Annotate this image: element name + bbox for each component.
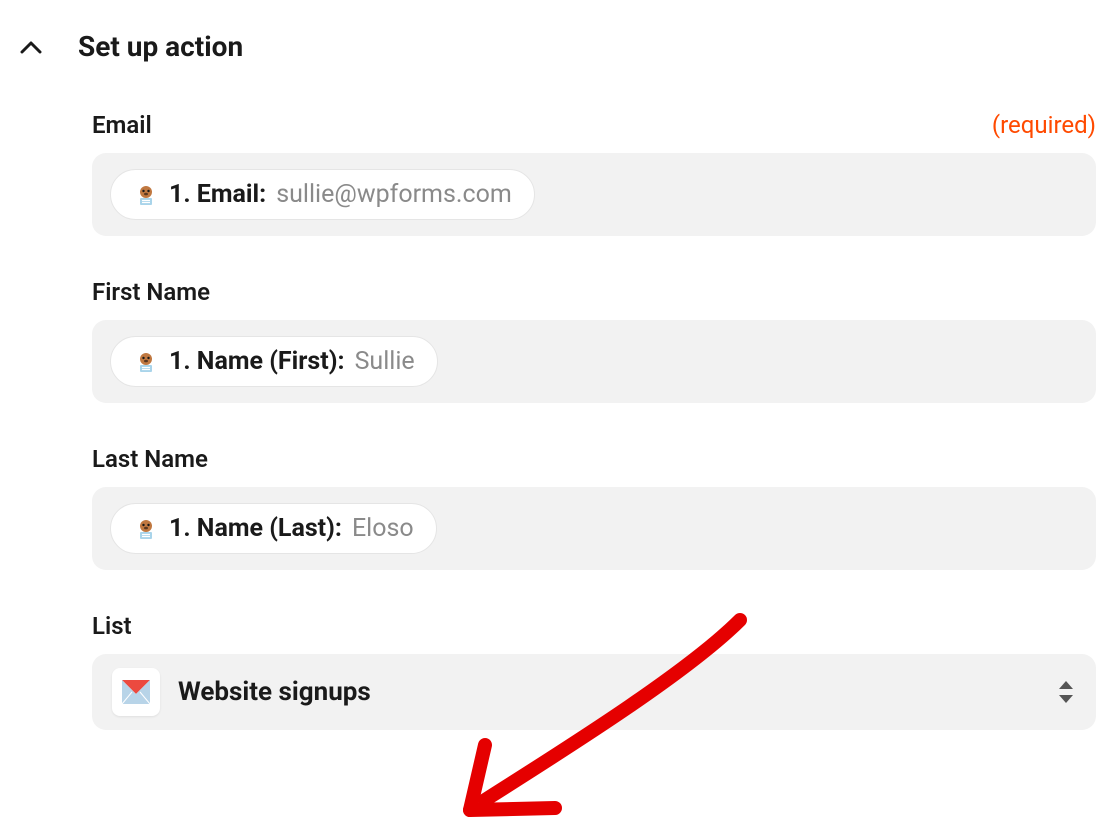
field-label-last-name: Last Name <box>92 445 208 473</box>
field-list: List Website signups <box>92 612 1096 730</box>
field-input-last-name[interactable]: 1. Name (Last): Eloso <box>92 487 1096 570</box>
sort-caret-icon <box>1056 678 1076 706</box>
field-input-first-name[interactable]: 1. Name (First): Sullie <box>92 320 1096 403</box>
field-input-email[interactable]: 1. Email: sullie@wpforms.com <box>92 153 1096 236</box>
list-select[interactable]: Website signups <box>92 654 1096 730</box>
pill-prefix: 1. Email: <box>169 180 266 209</box>
mapped-pill-first-name[interactable]: 1. Name (First): Sullie <box>110 336 438 387</box>
field-last-name: Last Name 1. N <box>92 445 1096 570</box>
field-label-first-name: First Name <box>92 278 210 306</box>
wpforms-icon <box>133 349 159 375</box>
section-header[interactable]: Set up action <box>20 30 1096 63</box>
pill-value: Eloso <box>352 514 414 543</box>
sendfox-icon <box>112 668 160 716</box>
pill-value: Sullie <box>355 347 415 376</box>
chevron-up-icon[interactable] <box>20 36 42 58</box>
list-selected-value: Website signups <box>178 677 371 707</box>
wpforms-icon <box>133 516 159 542</box>
pill-prefix: 1. Name (First): <box>169 347 345 376</box>
field-first-name: First Name 1. <box>92 278 1096 403</box>
mapped-pill-last-name[interactable]: 1. Name (Last): Eloso <box>110 503 437 554</box>
field-email: Email (required) <box>92 111 1096 236</box>
wpforms-icon <box>133 182 159 208</box>
field-label-list: List <box>92 612 132 640</box>
required-tag: (required) <box>992 111 1096 139</box>
pill-value: sullie@wpforms.com <box>276 180 512 209</box>
mapped-pill-email[interactable]: 1. Email: sullie@wpforms.com <box>110 169 535 220</box>
field-label-email: Email <box>92 111 152 139</box>
pill-prefix: 1. Name (Last): <box>169 514 342 543</box>
section-title: Set up action <box>78 30 243 63</box>
